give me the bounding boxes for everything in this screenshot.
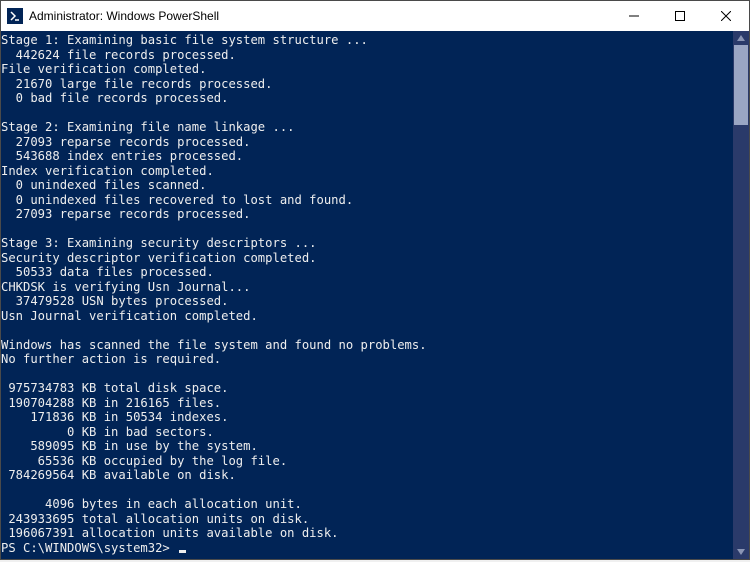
terminal-line: 243933695 total allocation units on disk… xyxy=(1,512,733,527)
scroll-up-arrow-icon[interactable] xyxy=(733,31,749,45)
terminal-line: Index verification completed. xyxy=(1,164,733,179)
terminal-line: 27093 reparse records processed. xyxy=(1,135,733,150)
terminal-line xyxy=(1,483,733,498)
window-controls xyxy=(611,1,749,31)
terminal-output[interactable]: Stage 1: Examining basic file system str… xyxy=(1,31,733,559)
maximize-button[interactable] xyxy=(657,1,703,31)
terminal-line xyxy=(1,323,733,338)
powershell-icon xyxy=(7,8,23,24)
terminal-line: CHKDSK is verifying Usn Journal... xyxy=(1,280,733,295)
terminal-area: Stage 1: Examining basic file system str… xyxy=(1,31,749,559)
terminal-line: No further action is required. xyxy=(1,352,733,367)
prompt-line[interactable]: PS C:\WINDOWS\system32> xyxy=(1,541,733,556)
terminal-line: 0 KB in bad sectors. xyxy=(1,425,733,440)
terminal-line: 196067391 allocation units available on … xyxy=(1,526,733,541)
scroll-down-arrow-icon[interactable] xyxy=(733,545,749,559)
terminal-line: 589095 KB in use by the system. xyxy=(1,439,733,454)
terminal-line: Stage 1: Examining basic file system str… xyxy=(1,33,733,48)
terminal-line: 4096 bytes in each allocation unit. xyxy=(1,497,733,512)
powershell-window: Administrator: Windows PowerShell Stage … xyxy=(0,0,750,560)
terminal-line: Security descriptor verification complet… xyxy=(1,251,733,266)
close-button[interactable] xyxy=(703,1,749,31)
terminal-line: 0 bad file records processed. xyxy=(1,91,733,106)
terminal-line: 50533 data files processed. xyxy=(1,265,733,280)
terminal-line: File verification completed. xyxy=(1,62,733,77)
window-title: Administrator: Windows PowerShell xyxy=(29,9,611,23)
scroll-thumb[interactable] xyxy=(734,45,748,125)
terminal-line: Windows has scanned the file system and … xyxy=(1,338,733,353)
terminal-line xyxy=(1,106,733,121)
terminal-line: 37479528 USN bytes processed. xyxy=(1,294,733,309)
scrollbar[interactable] xyxy=(733,31,749,559)
terminal-line: 975734783 KB total disk space. xyxy=(1,381,733,396)
terminal-line: 65536 KB occupied by the log file. xyxy=(1,454,733,469)
terminal-line: 190704288 KB in 216165 files. xyxy=(1,396,733,411)
terminal-line: 442624 file records processed. xyxy=(1,48,733,63)
terminal-line: 21670 large file records processed. xyxy=(1,77,733,92)
terminal-line: 171836 KB in 50534 indexes. xyxy=(1,410,733,425)
titlebar[interactable]: Administrator: Windows PowerShell xyxy=(1,1,749,31)
terminal-line: Usn Journal verification completed. xyxy=(1,309,733,324)
terminal-line: Stage 2: Examining file name linkage ... xyxy=(1,120,733,135)
terminal-line xyxy=(1,367,733,382)
terminal-line: 27093 reparse records processed. xyxy=(1,207,733,222)
terminal-line: 543688 index entries processed. xyxy=(1,149,733,164)
terminal-line: Stage 3: Examining security descriptors … xyxy=(1,236,733,251)
cursor xyxy=(179,550,186,553)
terminal-line: 784269564 KB available on disk. xyxy=(1,468,733,483)
terminal-line: 0 unindexed files recovered to lost and … xyxy=(1,193,733,208)
terminal-line: 0 unindexed files scanned. xyxy=(1,178,733,193)
terminal-line xyxy=(1,222,733,237)
prompt-text: PS C:\WINDOWS\system32> xyxy=(1,541,177,555)
minimize-button[interactable] xyxy=(611,1,657,31)
